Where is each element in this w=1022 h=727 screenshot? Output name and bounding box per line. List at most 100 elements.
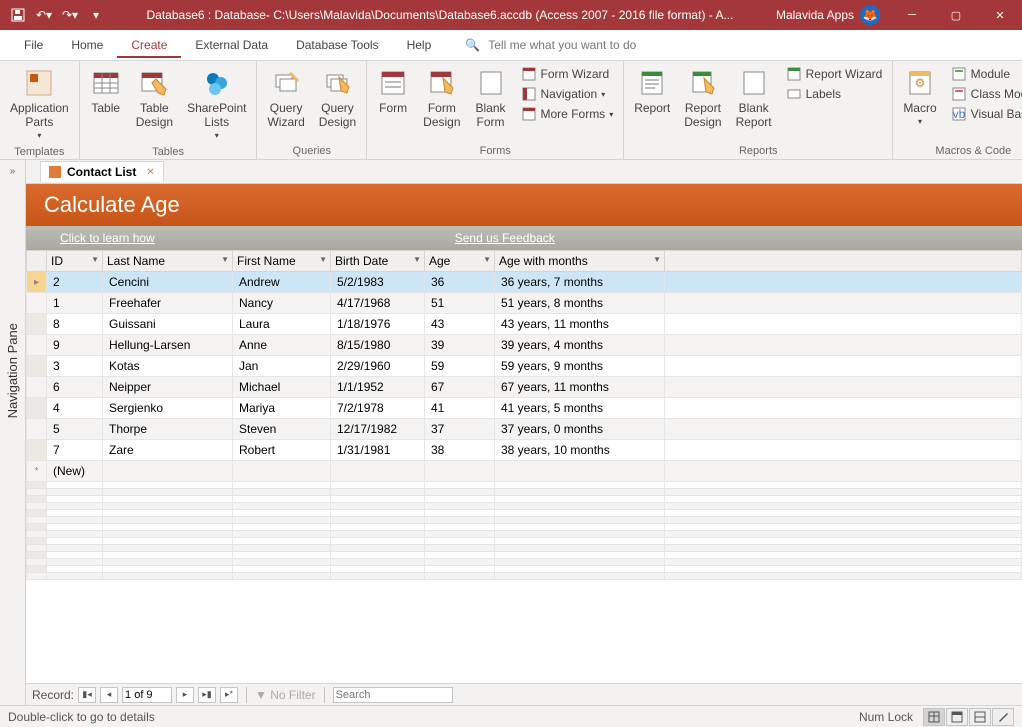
cell-age-with-months[interactable]: 41 years, 5 months <box>495 398 665 419</box>
cell-first-name[interactable]: Mariya <box>233 398 331 419</box>
table-row[interactable]: 9Hellung-LarsenAnne8/15/19803939 years, … <box>27 335 1022 356</box>
row-selector[interactable] <box>27 398 47 419</box>
form-design-button[interactable]: Form Design <box>417 63 466 133</box>
layout-view-button[interactable] <box>969 708 991 726</box>
cell-birth-date[interactable]: 1/1/1952 <box>331 377 425 398</box>
learn-how-link[interactable]: Click to learn how <box>60 231 155 245</box>
cell-last-name[interactable]: Guissani <box>103 314 233 335</box>
cell-blank[interactable] <box>665 335 1022 356</box>
row-selector[interactable]: * <box>27 461 47 482</box>
cell-blank[interactable] <box>665 356 1022 377</box>
cell-birth-date[interactable]: 8/15/1980 <box>331 335 425 356</box>
cell-age-with-months[interactable]: 39 years, 4 months <box>495 335 665 356</box>
new-record-button[interactable]: ▸* <box>220 687 238 703</box>
table-row[interactable]: 6NeipperMichael1/1/19526767 years, 11 mo… <box>27 377 1022 398</box>
query-design-button[interactable]: Query Design <box>313 63 362 133</box>
next-record-button[interactable]: ▸ <box>176 687 194 703</box>
tab-contact-list[interactable]: Contact List ✕ <box>40 161 164 182</box>
save-icon[interactable] <box>6 3 30 27</box>
cell-first-name[interactable]: Andrew <box>233 272 331 293</box>
row-selector[interactable] <box>27 335 47 356</box>
cell-id[interactable]: 7 <box>47 440 103 461</box>
table-row[interactable]: 7ZareRobert1/31/19813838 years, 10 month… <box>27 440 1022 461</box>
row-selector-header[interactable] <box>27 251 47 272</box>
cell-blank[interactable] <box>665 419 1022 440</box>
cell-id[interactable]: 5 <box>47 419 103 440</box>
maximize-button[interactable]: ▢ <box>934 0 978 30</box>
cell-age-with-months[interactable]: 67 years, 11 months <box>495 377 665 398</box>
cell-birth-date[interactable]: 4/17/1968 <box>331 293 425 314</box>
dropdown-icon[interactable]: ▼ <box>653 255 661 264</box>
cell-age-with-months[interactable]: 36 years, 7 months <box>495 272 665 293</box>
cell-first-name[interactable]: Michael <box>233 377 331 398</box>
design-view-button[interactable] <box>992 708 1014 726</box>
cell-age[interactable]: 36 <box>425 272 495 293</box>
form-button[interactable]: Form <box>371 63 415 119</box>
table-row[interactable]: 1FreehaferNancy4/17/19685151 years, 8 mo… <box>27 293 1022 314</box>
blank-form-button[interactable]: Blank Form <box>469 63 513 133</box>
visual-basic-button[interactable]: vbVisual Basic <box>949 105 1022 123</box>
row-selector[interactable]: ▸ <box>27 272 47 293</box>
cell-last-name[interactable]: Sergienko <box>103 398 233 419</box>
cell-last-name[interactable]: Thorpe <box>103 419 233 440</box>
cell-age[interactable]: 43 <box>425 314 495 335</box>
labels-button[interactable]: Labels <box>784 85 885 103</box>
table-row[interactable]: 3KotasJan2/29/19605959 years, 9 months <box>27 356 1022 377</box>
cell-age-with-months[interactable]: 43 years, 11 months <box>495 314 665 335</box>
cell-birth-date[interactable]: 7/2/1978 <box>331 398 425 419</box>
cell-blank[interactable] <box>665 314 1022 335</box>
cell-birth-date[interactable]: 1/18/1976 <box>331 314 425 335</box>
cell-id[interactable]: 9 <box>47 335 103 356</box>
cell-id[interactable]: 8 <box>47 314 103 335</box>
cell-first-name[interactable]: Nancy <box>233 293 331 314</box>
tab-external-data[interactable]: External Data <box>181 32 282 58</box>
col-age[interactable]: Age▼ <box>425 251 495 272</box>
last-record-button[interactable]: ▸▮ <box>198 687 216 703</box>
cell-age-with-months[interactable]: 51 years, 8 months <box>495 293 665 314</box>
redo-icon[interactable]: ↷▾ <box>58 3 82 27</box>
tab-database-tools[interactable]: Database Tools <box>282 32 393 58</box>
feedback-link[interactable]: Send us Feedback <box>455 231 555 245</box>
cell-first-name[interactable]: Anne <box>233 335 331 356</box>
cell-last-name[interactable]: Neipper <box>103 377 233 398</box>
cell-first-name[interactable]: Jan <box>233 356 331 377</box>
cell-id[interactable]: (New) <box>47 461 103 482</box>
table-row[interactable]: 5ThorpeSteven12/17/19823737 years, 0 mon… <box>27 419 1022 440</box>
cell-birth-date[interactable]: 1/31/1981 <box>331 440 425 461</box>
col-first-name[interactable]: First Name▼ <box>233 251 331 272</box>
cell-age[interactable]: 41 <box>425 398 495 419</box>
cell-last-name[interactable]: Cencini <box>103 272 233 293</box>
dropdown-icon[interactable]: ▼ <box>221 255 229 264</box>
expand-nav-icon[interactable]: » <box>10 160 16 183</box>
cell-age-with-months[interactable]: 37 years, 0 months <box>495 419 665 440</box>
cell-id[interactable]: 4 <box>47 398 103 419</box>
cell-age[interactable]: 38 <box>425 440 495 461</box>
close-button[interactable]: ✕ <box>978 0 1022 30</box>
cell-id[interactable]: 3 <box>47 356 103 377</box>
row-selector[interactable] <box>27 356 47 377</box>
table-row[interactable]: 4SergienkoMariya7/2/19784141 years, 5 mo… <box>27 398 1022 419</box>
table-row[interactable]: 8GuissaniLaura1/18/19764343 years, 11 mo… <box>27 314 1022 335</box>
table-button[interactable]: Table <box>84 63 128 119</box>
query-wizard-button[interactable]: Query Wizard <box>261 63 310 133</box>
row-selector[interactable] <box>27 314 47 335</box>
table-design-button[interactable]: Table Design <box>130 63 179 133</box>
col-id[interactable]: ID▼ <box>47 251 103 272</box>
first-record-button[interactable]: ▮◂ <box>78 687 96 703</box>
cell-first-name[interactable]: Robert <box>233 440 331 461</box>
cell-last-name[interactable]: Zare <box>103 440 233 461</box>
cell-id[interactable]: 1 <box>47 293 103 314</box>
tell-me-search[interactable]: 🔍Tell me what you want to do <box>465 38 636 52</box>
cell-id[interactable]: 2 <box>47 272 103 293</box>
application-parts-button[interactable]: Application Parts▾ <box>4 63 75 144</box>
form-wizard-button[interactable]: Form Wizard <box>519 65 616 83</box>
blank-report-button[interactable]: Blank Report <box>730 63 778 133</box>
cell-age[interactable]: 67 <box>425 377 495 398</box>
tab-help[interactable]: Help <box>393 32 446 58</box>
col-age-with-months[interactable]: Age with months▼ <box>495 251 665 272</box>
cell-age[interactable]: 39 <box>425 335 495 356</box>
dropdown-icon[interactable]: ▼ <box>413 255 421 264</box>
account-name[interactable]: Malavida Apps🦊 <box>766 5 890 25</box>
tab-file[interactable]: File <box>10 32 57 58</box>
cell-last-name[interactable]: Hellung-Larsen <box>103 335 233 356</box>
